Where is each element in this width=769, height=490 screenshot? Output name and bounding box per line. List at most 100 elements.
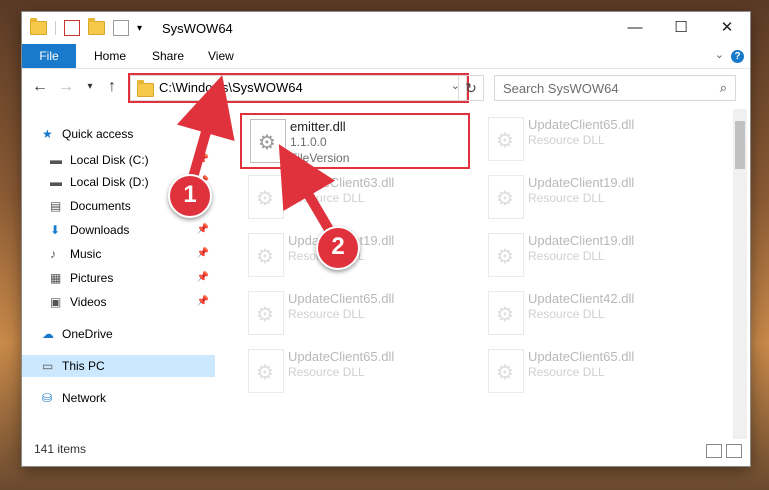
file-name: UpdateClient19.dll — [528, 233, 635, 248]
sidebar-item-this-pc[interactable]: ▭ This PC — [22, 355, 215, 377]
recent-dropdown-icon[interactable]: ▾ — [80, 77, 100, 97]
dll-file-icon — [488, 233, 524, 277]
pin-icon[interactable]: 📌 — [197, 149, 209, 171]
qa-dropdown-icon[interactable]: ▾ — [137, 23, 142, 34]
minimize-button[interactable]: — — [612, 12, 658, 42]
navigation-pane: ★ Quick access ▬ Local Disk (C:) 📌 ▬ Local Dis… — [22, 109, 215, 439]
pin-icon[interactable]: 📌 — [197, 219, 209, 241]
sidebar-item-label: Music — [70, 247, 102, 261]
folder-icon — [137, 80, 154, 97]
search-placeholder: Search SysWOW64 — [503, 81, 619, 96]
file-description: Resource DLL — [528, 365, 605, 379]
help-icon[interactable]: ? — [731, 50, 744, 63]
sidebar-item-pictures[interactable]: ▦ Pictures 📌 — [22, 267, 215, 289]
sidebar-item-quick-access[interactable]: ★ Quick access — [22, 123, 215, 145]
computer-icon: ▭ — [42, 359, 54, 373]
sidebar-item-network[interactable]: ⛁ Network — [22, 387, 215, 409]
download-icon: ⬇ — [50, 223, 61, 237]
drive-icon: ▬ — [50, 175, 62, 189]
file-version: 1.1.0.0 — [290, 135, 327, 149]
sidebar-item-music[interactable]: ♪ Music 📌 — [22, 243, 215, 265]
tab-file[interactable]: File — [22, 44, 76, 68]
tab-view[interactable]: View — [192, 44, 250, 68]
pin-icon[interactable]: 📌 — [197, 243, 209, 265]
new-folder-icon[interactable] — [88, 18, 105, 35]
address-path[interactable]: C:\Windows\SysWOW64 — [159, 80, 303, 95]
file-item[interactable]: UpdateClient63.dllResource DLL — [240, 171, 470, 227]
file-name: UpdateClient65.dll — [528, 349, 635, 364]
pin-icon[interactable]: 📌 — [197, 267, 209, 289]
quick-access-toolbar: ▾ — [30, 18, 142, 36]
file-item[interactable]: UpdateClient19.dllResource DLL — [480, 171, 710, 227]
music-icon: ♪ — [50, 247, 56, 261]
pin-icon[interactable]: 📌 — [197, 291, 209, 313]
sidebar-item-label: Quick access — [62, 127, 134, 141]
file-description: Resource DLL — [288, 191, 365, 205]
sidebar-item-label: Downloads — [70, 223, 130, 237]
sidebar-item-label: Local Disk (D:) — [70, 175, 149, 189]
back-button[interactable]: ← — [30, 77, 50, 97]
ribbon-expand-icon[interactable]: ⌄ — [715, 48, 724, 61]
properties-icon[interactable] — [64, 20, 80, 36]
dll-file-icon — [248, 175, 284, 219]
file-item[interactable]: UpdateClient65.dllResource DLL — [240, 345, 470, 401]
sidebar-item-onedrive[interactable]: ☁ OneDrive — [22, 323, 215, 345]
address-bar[interactable]: C:\Windows\SysWOW64 ⌄ — [130, 75, 467, 101]
file-item[interactable]: UpdateClient42.dllResource DLL — [480, 287, 710, 343]
maximize-button[interactable]: ☐ — [658, 12, 704, 42]
file-item[interactable]: UpdateClient65.dllResource DLL — [480, 345, 710, 401]
file-item-emitter[interactable]: emitter.dll 1.1.0.0 FileVersion — [240, 113, 470, 169]
dll-file-icon — [248, 291, 284, 335]
file-name: UpdateClient42.dll — [528, 291, 635, 306]
star-icon: ★ — [42, 127, 53, 141]
file-description: Resource DLL — [528, 191, 605, 205]
tab-home[interactable]: Home — [78, 44, 142, 68]
sidebar-item-label: Pictures — [70, 271, 114, 285]
dll-file-icon — [488, 117, 524, 161]
tab-share[interactable]: Share — [136, 44, 200, 68]
file-item[interactable]: UpdateClient19.dllResource DLL — [480, 229, 710, 285]
refresh-button[interactable]: ↻ — [458, 75, 484, 101]
file-item[interactable]: UpdateClient65.dllResource DLL — [480, 113, 710, 169]
vertical-scrollbar[interactable] — [733, 109, 747, 439]
file-list: emitter.dll 1.1.0.0 FileVersion UpdateCl… — [232, 109, 730, 439]
dll-file-icon — [248, 349, 284, 393]
address-row: ← → ▾ ↑ C:\Windows\SysWOW64 ⌄ ↻ Search S… — [22, 71, 750, 103]
search-input[interactable]: Search SysWOW64 ⌕ — [494, 75, 736, 101]
large-icons-view-icon[interactable] — [726, 444, 742, 458]
pictures-icon: ▦ — [50, 271, 62, 285]
file-item[interactable]: UpdateClient65.dllResource DLL — [240, 287, 470, 343]
search-icon[interactable]: ⌕ — [720, 80, 727, 96]
sidebar-item-label: Videos — [70, 295, 107, 309]
dll-file-icon — [488, 291, 524, 335]
details-view-icon[interactable] — [706, 444, 722, 458]
file-description: FileVersion — [290, 151, 350, 165]
file-description: Resource DLL — [528, 307, 605, 321]
sidebar-item-local-disk-c[interactable]: ▬ Local Disk (C:) 📌 — [22, 149, 215, 171]
dll-file-icon — [248, 233, 284, 277]
file-name: UpdateClient65.dll — [528, 117, 635, 132]
sidebar-item-label: OneDrive — [62, 327, 113, 341]
scrollbar-thumb[interactable] — [735, 121, 745, 169]
dll-file-icon — [250, 119, 286, 163]
sidebar-item-downloads[interactable]: ⬇ Downloads 📌 — [22, 219, 215, 241]
file-name: UpdateClient19.dll — [528, 175, 635, 190]
view-options-icon[interactable] — [113, 20, 129, 36]
videos-icon: ▣ — [50, 295, 62, 309]
file-description: Resource DLL — [288, 365, 365, 379]
file-name: UpdateClient63.dll — [288, 175, 395, 190]
view-toggle — [706, 444, 742, 458]
dll-file-icon — [488, 349, 524, 393]
dll-file-icon — [488, 175, 524, 219]
sidebar-item-label: Documents — [70, 199, 131, 213]
item-count: 141 items — [34, 442, 87, 456]
close-button[interactable]: ✕ — [704, 12, 750, 42]
sidebar-item-videos[interactable]: ▣ Videos 📌 — [22, 291, 215, 313]
up-button[interactable]: ↑ — [102, 77, 122, 97]
cloud-icon: ☁ — [42, 327, 54, 341]
file-name: emitter.dll — [290, 119, 346, 134]
window-title: SysWOW64 — [162, 21, 233, 36]
file-description: Resource DLL — [288, 307, 365, 321]
forward-button[interactable]: → — [56, 77, 76, 97]
file-name: UpdateClient65.dll — [288, 291, 395, 306]
